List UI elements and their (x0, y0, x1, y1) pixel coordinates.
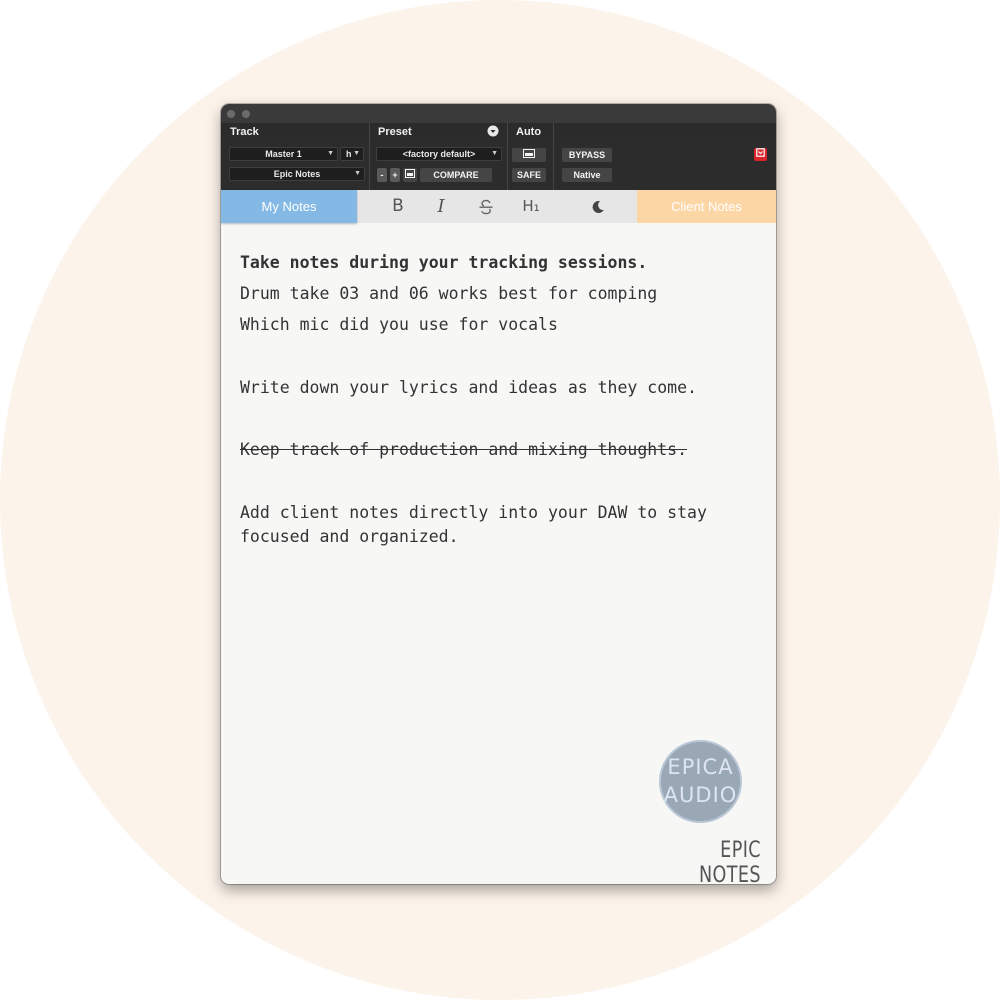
logo-text-line2: AUDIO (663, 783, 738, 807)
insert-select[interactable]: Epic Notes ▼ (229, 167, 365, 181)
chevron-down-icon: ▼ (353, 150, 360, 157)
preset-label: Preset (378, 126, 412, 138)
title-bar (221, 104, 776, 123)
copy-icon (405, 169, 415, 178)
auto-label: Auto (516, 126, 542, 138)
divider (553, 123, 554, 140)
compare-button[interactable]: COMPARE (420, 168, 492, 182)
divider (553, 140, 554, 190)
heading-button[interactable]: H₁ (519, 190, 543, 223)
note-line-struck: Keep track of production and mixing thou… (240, 440, 688, 459)
previous-preset-button[interactable]: - (377, 168, 387, 182)
note-line: Add client notes directly into your DAW … (240, 503, 707, 546)
divider (369, 140, 370, 190)
strikethrough-icon (479, 199, 493, 215)
native-button[interactable]: Native (562, 168, 612, 182)
note-line: Write down your lyrics and ideas as they… (240, 378, 697, 397)
next-preset-button[interactable]: + (390, 168, 400, 182)
automation-button[interactable] (512, 148, 546, 162)
insert-select-value: Epic Notes (273, 169, 321, 179)
copy-settings-button[interactable] (403, 168, 417, 182)
bypass-button[interactable]: BYPASS (562, 148, 612, 162)
product-name: EPIC NOTES (698, 838, 761, 884)
minimize-window-button[interactable] (242, 110, 250, 118)
close-window-button[interactable] (227, 110, 235, 118)
plugin-controls: Master 1 ▼ h ▼ Epic Notes ▼ <factory def… (221, 140, 776, 190)
divider (507, 123, 508, 140)
editor-toolbar: My Notes B I H₁ Client Notes (221, 190, 776, 223)
tab-my-notes[interactable]: My Notes (221, 190, 357, 223)
track-label: Track (230, 126, 259, 138)
track-sub-value: h (346, 149, 352, 159)
track-sub-select[interactable]: h ▼ (340, 147, 364, 161)
track-select-value: Master 1 (265, 149, 302, 159)
chevron-down-icon: ▼ (491, 150, 498, 157)
divider (507, 140, 508, 190)
note-line: Which mic did you use for vocals (240, 315, 558, 334)
tab-client-notes[interactable]: Client Notes (637, 190, 776, 223)
preset-menu-icon[interactable] (487, 125, 499, 140)
preset-select-value: <factory default> (402, 149, 476, 159)
preset-select[interactable]: <factory default> ▼ (376, 147, 502, 161)
track-select[interactable]: Master 1 ▼ (229, 147, 338, 161)
plugin-header-labels: Track Preset Auto (221, 123, 776, 140)
note-line: Drum take 03 and 06 works best for compi… (240, 284, 658, 303)
moon-icon (592, 200, 604, 213)
divider (369, 123, 370, 140)
italic-button[interactable]: I (429, 190, 453, 223)
dark-mode-toggle[interactable] (586, 190, 610, 223)
note-line: Take notes during your tracking sessions… (240, 253, 648, 272)
strikethrough-button[interactable] (474, 190, 498, 223)
chevron-down-icon: ▼ (327, 150, 334, 157)
chevron-down-icon: ▼ (354, 170, 361, 177)
target-icon[interactable] (754, 148, 767, 161)
safe-button[interactable]: SAFE (512, 168, 546, 182)
bold-button[interactable]: B (386, 190, 410, 223)
plugin-window: Track Preset Auto Master 1 ▼ h ▼ Epic No… (221, 104, 776, 884)
automation-icon (523, 149, 535, 158)
epica-audio-logo: EPICA AUDIO (659, 740, 742, 823)
logo-text-line1: EPICA (667, 755, 734, 779)
